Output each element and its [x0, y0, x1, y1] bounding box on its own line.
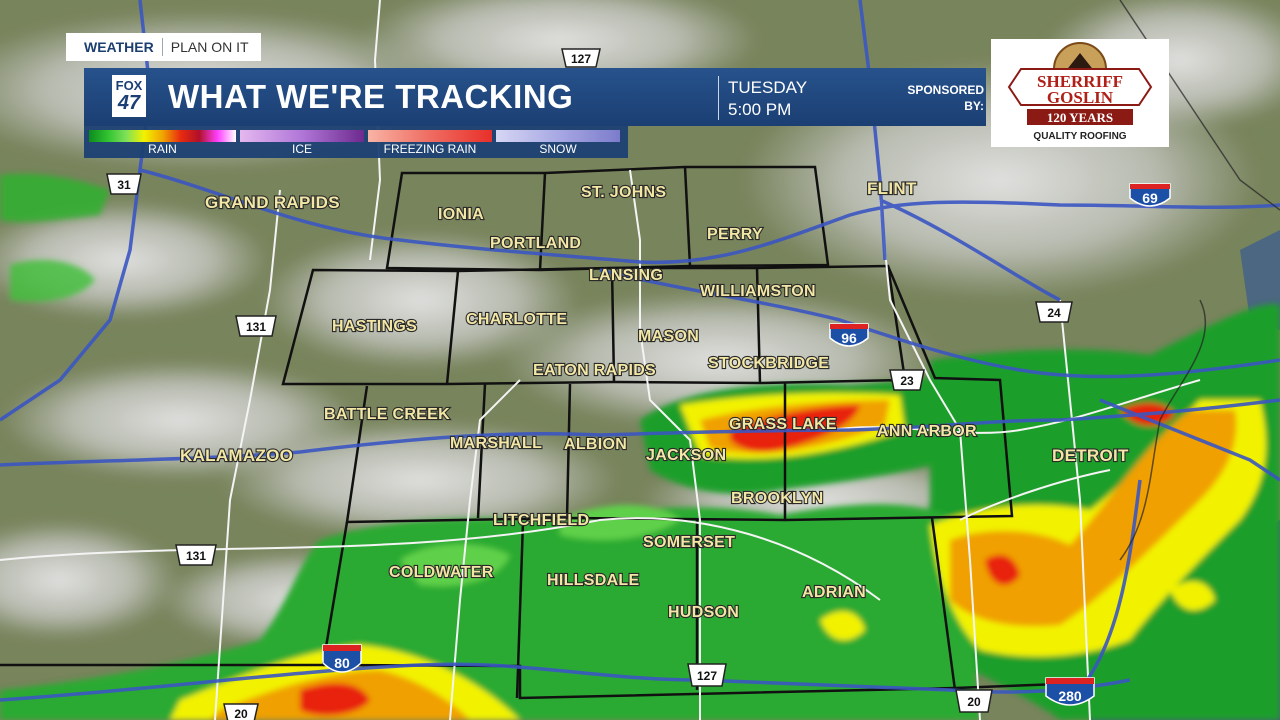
- sponsored-line-1: SPONSORED: [907, 83, 984, 97]
- sponsor-tagline: QUALITY ROOFING: [1033, 131, 1126, 142]
- city-label-coldwater: COLDWATER: [389, 564, 494, 581]
- city-label-grand-rapids: GRAND RAPIDS: [205, 193, 340, 212]
- city-label-detroit: DETROIT: [1052, 446, 1129, 465]
- city-label-ann-arbor: ANN ARBOR: [877, 423, 977, 440]
- city-label-flint: FLINT: [867, 179, 917, 198]
- us127-south-shield: 127: [687, 663, 727, 687]
- sponsor-anniversary: 120 YEARS: [1047, 110, 1113, 125]
- legend-bar-freezing-rain: [368, 130, 492, 142]
- weather-tag-label: WEATHER: [84, 39, 154, 55]
- svg-text:20: 20: [234, 707, 248, 720]
- city-label-somerset: SOMERSET: [643, 534, 735, 551]
- svg-text:127: 127: [697, 669, 717, 683]
- city-label-hillsdale: HILLSDALE: [547, 572, 640, 589]
- city-label-ionia: IONIA: [438, 206, 484, 223]
- city-label-hudson: HUDSON: [668, 604, 739, 621]
- city-label-charlotte: CHARLOTTE: [466, 311, 567, 328]
- weather-plan-tag: WEATHER PLAN ON IT: [66, 33, 261, 61]
- city-label-lansing: LANSING: [589, 267, 663, 284]
- precip-legend: RAIN ICE FREEZING RAIN SNOW: [84, 126, 628, 158]
- us131-south-shield: 131: [175, 544, 217, 566]
- svg-text:131: 131: [186, 549, 206, 563]
- city-label-brooklyn: BROOKLYN: [731, 490, 824, 507]
- sponsored-by-label: SPONSORED BY:: [884, 82, 984, 114]
- svg-text:280: 280: [1058, 688, 1082, 704]
- svg-text:80: 80: [334, 655, 350, 671]
- us23-shield: 23: [889, 369, 925, 391]
- fox47-logo: FOX 47: [112, 75, 146, 117]
- city-label-kalamazoo: KALAMAZOO: [180, 446, 293, 465]
- city-label-hastings: HASTINGS: [332, 318, 417, 335]
- forecast-time: 5:00 PM: [728, 100, 792, 119]
- city-label-adrian: ADRIAN: [802, 584, 866, 601]
- us127-north-shield: 127: [561, 48, 601, 68]
- us20-west-shield: 20: [223, 703, 259, 720]
- tag-divider: [161, 38, 163, 56]
- legend-label-rain: RAIN: [148, 142, 177, 156]
- title-divider: [718, 76, 719, 120]
- i96-shield: 96: [829, 323, 869, 347]
- city-label-stockbridge: STOCKBRIDGE: [708, 355, 829, 372]
- forecast-day: TUESDAY: [728, 78, 808, 97]
- i280-shield: 280: [1045, 677, 1095, 706]
- legend-label-snow: SNOW: [539, 142, 577, 156]
- us20-east-shield: 20: [955, 689, 993, 713]
- city-label-marshall: MARSHALL: [450, 435, 542, 452]
- city-label-albion: ALBION: [564, 436, 627, 453]
- city-label-mason: MASON: [638, 328, 699, 345]
- city-label-williamston: WILLIAMSTON: [700, 283, 816, 300]
- city-label-grass-lake: GRASS LAKE: [729, 416, 837, 433]
- legend-bar-ice: [240, 130, 364, 142]
- us31-shield: 31: [106, 173, 142, 195]
- city-label-jackson: JACKSON: [646, 447, 726, 464]
- i80-shield: 80: [322, 644, 362, 673]
- legend-label-freezing-rain: FREEZING RAIN: [383, 142, 477, 156]
- us131-north-shield: 131: [235, 315, 277, 337]
- city-label-portland: PORTLAND: [490, 235, 581, 252]
- svg-text:69: 69: [1142, 190, 1158, 206]
- sponsored-line-2: BY:: [964, 99, 984, 113]
- plan-tag-label: PLAN ON IT: [170, 39, 249, 55]
- svg-text:96: 96: [841, 330, 857, 346]
- svg-text:24: 24: [1047, 306, 1061, 320]
- city-label-perry: PERRY: [707, 226, 763, 243]
- fox47-logo-bottom: 47: [117, 92, 141, 114]
- i69-shield: 69: [1129, 183, 1171, 207]
- svg-text:127: 127: [571, 52, 591, 66]
- svg-text:20: 20: [967, 695, 981, 709]
- legend-bar-snow: [496, 130, 620, 142]
- page-title: WHAT WE'RE TRACKING: [168, 78, 574, 115]
- title-banner: FOX 47 WHAT WE'RE TRACKING TUESDAY 5:00 …: [84, 68, 986, 126]
- us24-shield: 24: [1035, 301, 1073, 323]
- city-label-litchfield: LITCHFIELD: [493, 512, 589, 529]
- sponsor-name-line2: GOSLIN: [1047, 88, 1114, 107]
- legend-label-ice: ICE: [291, 142, 312, 156]
- svg-text:23: 23: [900, 374, 914, 388]
- svg-text:31: 31: [117, 178, 131, 192]
- city-label-battle-creek: BATTLE CREEK: [324, 406, 450, 423]
- legend-bar-rain: [89, 130, 236, 142]
- sponsor-logo: SHERRIFF GOSLIN 120 YEARS QUALITY ROOFIN…: [991, 39, 1169, 147]
- city-label-st-johns: ST. JOHNS: [581, 184, 666, 201]
- city-label-eaton-rapids: EATON RAPIDS: [533, 362, 656, 379]
- svg-text:131: 131: [246, 320, 266, 334]
- fox47-logo-top: FOX: [115, 78, 143, 93]
